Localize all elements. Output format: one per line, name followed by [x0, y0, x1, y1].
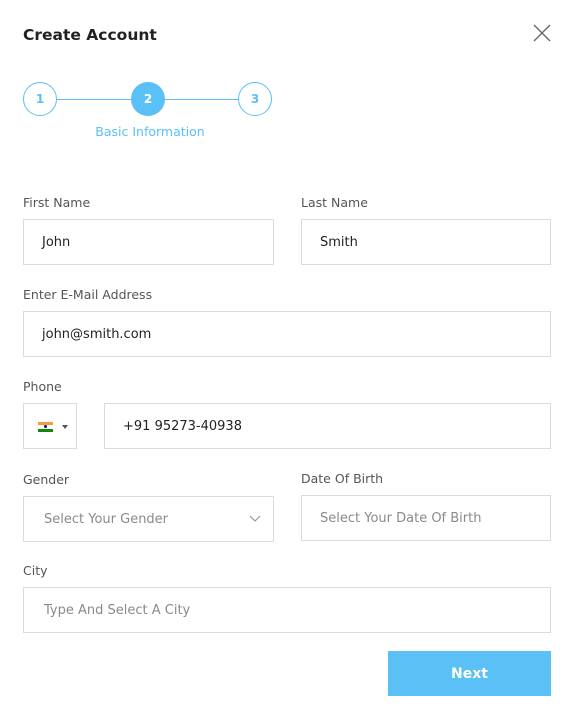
close-icon [533, 24, 551, 42]
page-title: Create Account [23, 26, 157, 44]
phone-label: Phone [23, 379, 62, 394]
step-connector [57, 99, 131, 100]
step-2[interactable]: 2 [131, 82, 165, 116]
phone-value: +91 95273-40938 [123, 418, 242, 434]
chevron-down-icon [249, 515, 261, 522]
email-value: john@smith.com [42, 326, 152, 342]
step-1[interactable]: 1 [23, 82, 57, 116]
email-label: Enter E-Mail Address [23, 287, 153, 302]
city-placeholder: Type And Select A City [44, 602, 191, 618]
step-connector [165, 99, 239, 100]
first-name-label: First Name [23, 195, 91, 210]
progress-stepper: 1 2 3 Basic Information [23, 82, 275, 142]
email-field[interactable]: john@smith.com [23, 311, 551, 357]
phone-field[interactable]: +91 95273-40938 [104, 403, 551, 449]
dropdown-caret-icon [62, 425, 68, 429]
step-3[interactable]: 3 [238, 82, 272, 116]
first-name-value: John [42, 234, 71, 250]
dob-placeholder: Select Your Date Of Birth [320, 510, 482, 526]
gender-select[interactable]: Select Your Gender [23, 496, 274, 542]
last-name-field[interactable]: Smith [301, 219, 551, 265]
city-label: City [23, 563, 48, 578]
india-flag-icon [38, 422, 53, 432]
gender-placeholder: Select Your Gender [44, 511, 169, 527]
last-name-label: Last Name [301, 195, 368, 210]
city-field[interactable]: Type And Select A City [23, 587, 551, 633]
last-name-value: Smith [320, 234, 358, 250]
country-code-select[interactable] [23, 403, 77, 449]
close-button[interactable] [532, 23, 552, 43]
step-caption: Basic Information [95, 124, 205, 139]
gender-label: Gender [23, 472, 70, 487]
next-button[interactable]: Next [388, 651, 551, 696]
first-name-field[interactable]: John [23, 219, 274, 265]
dob-field[interactable]: Select Your Date Of Birth [301, 495, 551, 541]
dob-label: Date Of Birth [301, 471, 384, 486]
